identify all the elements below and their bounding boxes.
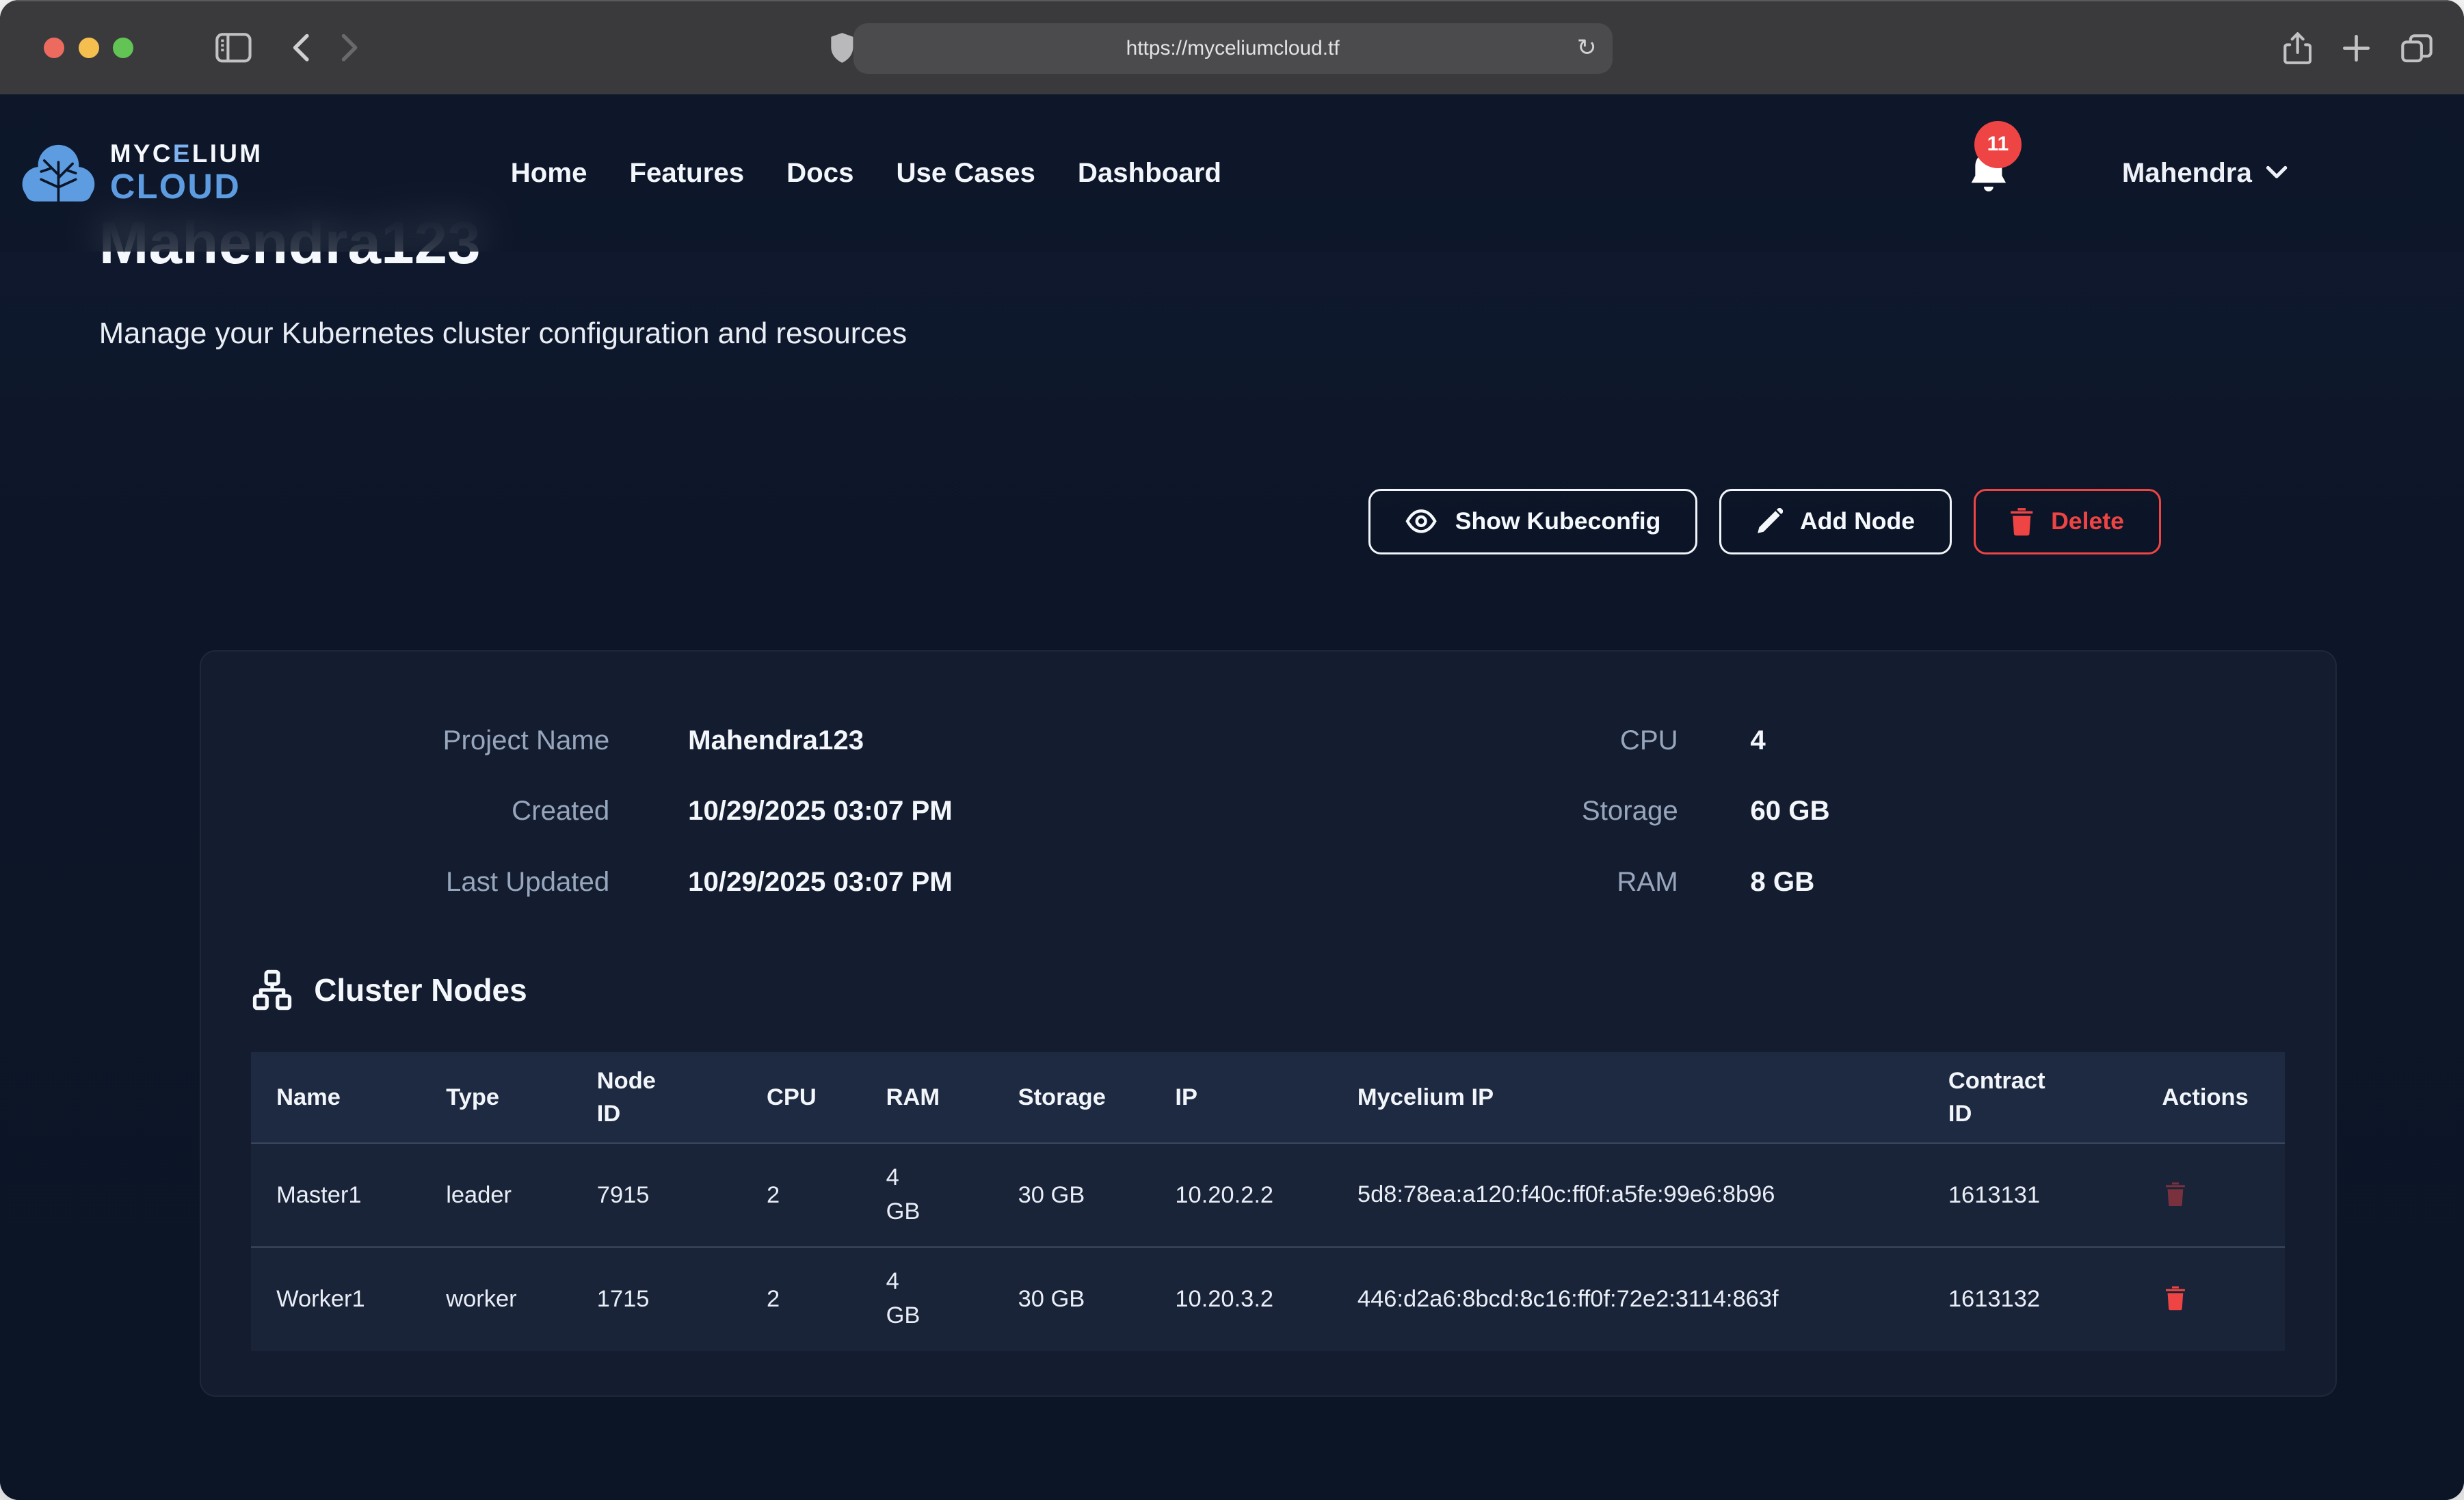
back-icon[interactable] — [292, 34, 309, 62]
node-ip: 10.20.2.2 — [1150, 1143, 1333, 1247]
node-mycelium-ip: 446:d2a6:8bcd:8c16:ff0f:72e2:3114:863f — [1332, 1247, 1923, 1351]
new-tab-icon[interactable] — [2343, 35, 2370, 62]
table-header-row: Name Type Node ID CPU RAM Storage IP Myc… — [251, 1052, 2285, 1143]
last-updated-value: 10/29/2025 03:07 PM — [609, 846, 1364, 917]
address-bar[interactable]: https://myceliumcloud.tf ↻ — [853, 23, 1613, 74]
user-menu[interactable]: Mahendra — [2122, 157, 2288, 189]
page-subtitle: Manage your Kubernetes cluster configura… — [99, 314, 2464, 352]
col-type: Type — [421, 1052, 572, 1143]
share-icon[interactable] — [2283, 32, 2311, 65]
node-type: worker — [421, 1247, 572, 1351]
eye-icon — [1405, 509, 1438, 534]
node-type: leader — [421, 1143, 572, 1247]
created-label: Created — [251, 776, 609, 846]
node-ram: 4 GB — [861, 1143, 993, 1247]
nav-link-features[interactable]: Features — [630, 157, 745, 189]
trash-icon — [2165, 1285, 2186, 1311]
cluster-actions: Show Kubeconfig Add Node Delete — [99, 489, 2161, 555]
node-id: 7915 — [572, 1143, 741, 1247]
node-storage: 30 GB — [993, 1143, 1150, 1247]
col-name: Name — [251, 1052, 421, 1143]
trash-icon — [2010, 507, 2033, 535]
table-row: Master1 leader 7915 2 4 GB 30 GB 10.20.2… — [251, 1143, 2285, 1247]
notifications-button[interactable]: 11 — [1968, 149, 2009, 196]
logo-text: MYCELIUM CLOUD — [110, 142, 263, 204]
node-cpu: 2 — [741, 1247, 861, 1351]
main-content: Mahendra123 Manage your Kubernetes clust… — [0, 94, 2464, 1397]
minimize-window-button[interactable] — [79, 38, 99, 58]
table-row: Worker1 worker 1715 2 4 GB 30 GB 10.20.3… — [251, 1247, 2285, 1351]
node-actions — [2137, 1143, 2286, 1247]
nav-link-dashboard[interactable]: Dashboard — [1078, 157, 1221, 189]
node-mycelium-ip: 5d8:78ea:a120:f40c:ff0f:a5fe:99e6:8b96 — [1332, 1143, 1923, 1247]
reload-icon[interactable]: ↻ — [1577, 34, 1597, 62]
delete-node-button[interactable] — [2162, 1282, 2188, 1313]
col-cpu: CPU — [741, 1052, 861, 1143]
node-name: Master1 — [251, 1143, 421, 1247]
nav-link-docs[interactable]: Docs — [786, 157, 853, 189]
user-name: Mahendra — [2122, 157, 2252, 189]
col-contract-id: Contract ID — [1923, 1052, 2137, 1143]
col-ram: RAM — [861, 1052, 993, 1143]
privacy-shield-icon[interactable] — [830, 32, 855, 64]
show-kubeconfig-button[interactable]: Show Kubeconfig — [1368, 489, 1697, 555]
col-storage: Storage — [993, 1052, 1150, 1143]
browser-window: https://myceliumcloud.tf ↻ — [0, 0, 2464, 1500]
storage-value: 60 GB — [1678, 776, 2206, 846]
created-value: 10/29/2025 03:07 PM — [609, 776, 1364, 846]
cluster-nodes-title: Cluster Nodes — [314, 972, 527, 1008]
browser-toolbar: https://myceliumcloud.tf ↻ — [0, 0, 2464, 94]
node-ip: 10.20.3.2 — [1150, 1247, 1333, 1351]
close-window-button[interactable] — [44, 38, 64, 58]
project-info: Project Name Mahendra123 CPU 4 Created 1… — [251, 705, 2285, 917]
col-ip: IP — [1150, 1052, 1333, 1143]
node-name: Worker1 — [251, 1247, 421, 1351]
cpu-value: 4 — [1678, 705, 2206, 775]
node-contract-id: 1613131 — [1923, 1143, 2137, 1247]
maximize-window-button[interactable] — [113, 38, 133, 58]
delete-node-button[interactable] — [2162, 1178, 2188, 1209]
col-mycelium-ip: Mycelium IP — [1332, 1052, 1923, 1143]
ram-label: RAM — [1364, 846, 1678, 917]
site-navbar: MYCELIUM CLOUD Home Features Docs Use Ca… — [0, 94, 2464, 252]
node-contract-id: 1613132 — [1923, 1247, 2137, 1351]
network-nodes-icon — [251, 969, 293, 1011]
nav-link-home[interactable]: Home — [511, 157, 587, 189]
col-node-id: Node ID — [572, 1052, 741, 1143]
page-body: MYCELIUM CLOUD Home Features Docs Use Ca… — [0, 94, 2464, 1500]
notification-badge: 11 — [1974, 121, 2022, 168]
pencil-icon — [1756, 508, 1783, 535]
project-name-value: Mahendra123 — [609, 705, 1364, 775]
nav-links: Home Features Docs Use Cases Dashboard — [511, 157, 1221, 189]
col-actions: Actions — [2137, 1052, 2286, 1143]
tab-overview-icon[interactable] — [2401, 34, 2433, 62]
ram-value: 8 GB — [1678, 846, 2206, 917]
nav-link-use-cases[interactable]: Use Cases — [896, 157, 1035, 189]
trash-icon — [2165, 1181, 2186, 1207]
node-cpu: 2 — [741, 1143, 861, 1247]
cluster-nodes-table: Name Type Node ID CPU RAM Storage IP Myc… — [251, 1052, 2285, 1351]
cluster-details-panel: Project Name Mahendra123 CPU 4 Created 1… — [200, 650, 2337, 1396]
forward-icon[interactable] — [341, 34, 358, 62]
logo-tree-icon — [19, 140, 98, 206]
add-node-button[interactable]: Add Node — [1719, 489, 1952, 555]
node-id: 1715 — [572, 1247, 741, 1351]
cpu-label: CPU — [1364, 705, 1678, 775]
node-actions — [2137, 1247, 2286, 1351]
chevron-down-icon — [2266, 165, 2288, 180]
delete-cluster-button[interactable]: Delete — [1974, 489, 2161, 555]
node-storage: 30 GB — [993, 1247, 1150, 1351]
last-updated-label: Last Updated — [251, 846, 609, 917]
screenshot-stage: https://myceliumcloud.tf ↻ — [0, 0, 2464, 1500]
mycelium-cloud-logo[interactable]: MYCELIUM CLOUD — [19, 140, 326, 206]
project-name-label: Project Name — [251, 705, 609, 775]
sidebar-toggle-icon[interactable] — [215, 33, 252, 63]
node-ram: 4 GB — [861, 1247, 993, 1351]
cluster-nodes-section-header: Cluster Nodes — [251, 969, 2285, 1011]
window-controls — [44, 38, 133, 58]
url-text: https://myceliumcloud.tf — [1126, 37, 1340, 60]
storage-label: Storage — [1364, 776, 1678, 846]
